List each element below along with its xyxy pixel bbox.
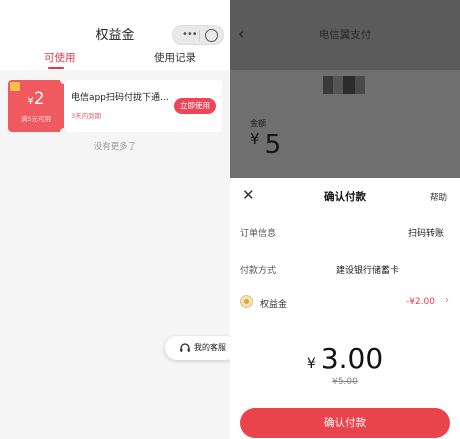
rights-fund-label: 权益金 — [260, 300, 288, 310]
total-amount: ¥ 3.00 — [230, 342, 460, 375]
coupon-notch-bottom — [60, 128, 68, 136]
coupon-value-stub: ¥2 满5元可用 — [8, 76, 68, 136]
exit-icon[interactable] — [205, 29, 218, 42]
chevron-right-icon: › — [445, 295, 449, 306]
rights-fund-page: 权益金 ••• 可使用 使用记录 ¥2 满5元可用 电信app扫码付拢下通… 3… — [0, 0, 230, 439]
amount-currency: ¥ — [250, 130, 260, 148]
rights-fund-row[interactable]: 权益金 -¥2.00 › — [230, 294, 460, 314]
rights-fund-deduction: -¥2.00 — [406, 297, 436, 307]
coupon-amount-value: 2 — [33, 89, 45, 109]
amount-label: 金额 — [250, 119, 266, 128]
mini-program-capsule[interactable]: ••• — [172, 25, 224, 45]
sheet-title: 确认付款 — [324, 191, 366, 203]
dimmed-payment-background: ‹ 电信翼支付 金额 ¥ 5 — [230, 0, 460, 178]
order-info-row: 订单信息 扫码转账 — [230, 223, 460, 243]
amount-value: 5 — [264, 130, 282, 160]
payment-page-title: 电信翼支付 — [318, 29, 372, 41]
coin-icon — [240, 295, 253, 308]
page-header: 权益金 ••• 可使用 使用记录 — [0, 0, 230, 70]
use-now-button[interactable]: 立即使用 — [174, 98, 216, 114]
coupon-condition: 满5元可用 — [20, 115, 52, 123]
tab-available[interactable]: 可使用 — [44, 50, 76, 65]
coupon-amount: ¥2 — [8, 89, 64, 109]
total-currency: ¥ — [306, 356, 316, 372]
original-amount: ¥5.00 — [332, 377, 358, 387]
coupon-card[interactable]: ¥2 满5元可用 电信app扫码付拢下通… 3天内到期 立即使用 — [8, 76, 222, 136]
payment-amount: ¥ 5 — [250, 130, 281, 160]
capsule-divider — [199, 30, 200, 41]
merchant-logo — [323, 76, 367, 94]
customer-service-label: 我的客服 — [194, 343, 226, 352]
more-icon[interactable]: ••• — [182, 29, 198, 41]
payment-page: ‹ 电信翼支付 金额 ¥ 5 ✕ 确认付款 帮助 订单信息 扫码转账 付款方式 … — [230, 0, 460, 439]
payment-method-row[interactable]: 付款方式 建设银行储蓄卡 — [230, 260, 460, 280]
confirm-payment-sheet: ✕ 确认付款 帮助 订单信息 扫码转账 付款方式 建设银行储蓄卡 权益金 -¥2… — [230, 178, 460, 439]
order-info-value: 扫码转账 — [408, 229, 445, 239]
coupon-name: 电信app扫码付拢下通… — [71, 93, 169, 103]
confirm-payment-button[interactable]: 确认付款 — [240, 408, 450, 438]
coupon-notch-top — [60, 76, 68, 84]
screen: 权益金 ••• 可使用 使用记录 ¥2 满5元可用 电信app扫码付拢下通… 3… — [0, 0, 460, 439]
help-link[interactable]: 帮助 — [430, 191, 447, 203]
order-info-label: 订单信息 — [240, 229, 277, 239]
no-more-text: 没有更多了 — [93, 142, 137, 152]
tab-usage-history[interactable]: 使用记录 — [154, 50, 196, 65]
active-tab-indicator — [48, 67, 64, 69]
total-value: 3.00 — [320, 342, 384, 375]
payment-method-value: 建设银行储蓄卡 — [336, 266, 400, 276]
payment-navbar: ‹ 电信翼支付 — [230, 0, 460, 70]
customer-service-button[interactable]: 我的客服 — [165, 336, 230, 360]
headset-icon — [180, 343, 190, 352]
payment-method-label: 付款方式 — [240, 266, 277, 276]
coupon-expiry: 3天内到期 — [71, 112, 102, 120]
